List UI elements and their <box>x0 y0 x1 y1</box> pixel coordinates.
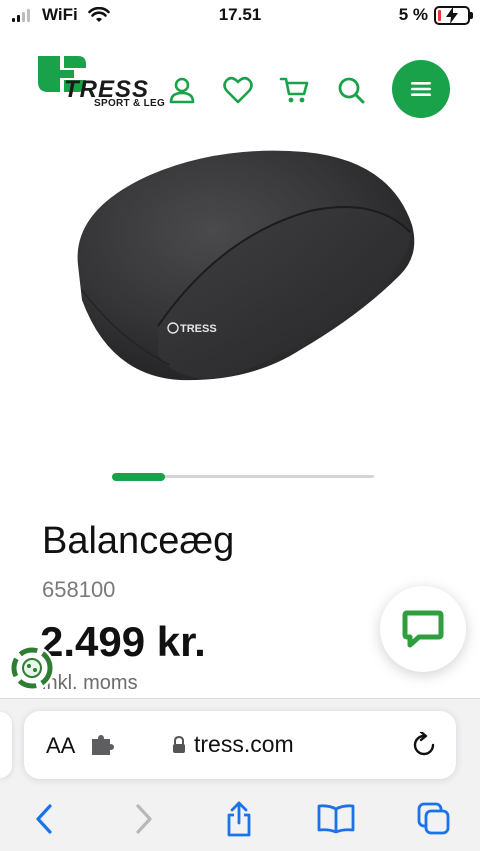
text-size-label: AA <box>46 733 76 758</box>
url-field[interactable]: tress.com <box>172 731 294 758</box>
url-text: tress.com <box>194 731 294 757</box>
previous-tab-edge[interactable] <box>0 712 12 778</box>
text-size-button[interactable]: AA <box>46 733 75 759</box>
reload-icon[interactable] <box>412 730 436 763</box>
lock-icon <box>173 735 185 753</box>
battery-icon <box>434 6 473 25</box>
bookmarks-icon[interactable] <box>316 799 356 839</box>
share-icon[interactable] <box>219 799 259 839</box>
status-bar: WiFi 17.51 5 % <box>0 0 480 32</box>
product-vat-note: inkl. moms <box>42 672 138 694</box>
battery-percentage: 5 % <box>398 5 428 24</box>
menu-button[interactable] <box>392 60 450 118</box>
product-image[interactable]: TRESS <box>60 140 430 400</box>
logo-tagline: SPORT & LEG <box>94 98 166 109</box>
carousel-scroll-thumb[interactable] <box>112 473 165 481</box>
chat-bubble-icon <box>402 610 444 648</box>
svg-text:TRESS: TRESS <box>180 323 217 335</box>
product-title: Balanceæg <box>42 520 235 562</box>
product-price: 2.499 kr. <box>40 618 206 665</box>
search-icon[interactable] <box>335 74 367 106</box>
site-header: TRESS SPORT & LEG <box>0 52 480 122</box>
menu-icon <box>411 82 431 96</box>
back-icon[interactable] <box>24 799 64 839</box>
product-sku: 658100 <box>42 577 116 602</box>
recycle-badge-icon <box>11 647 53 689</box>
address-bar[interactable]: AA tress.com <box>24 711 456 779</box>
recycle-badge-button[interactable] <box>9 645 55 691</box>
tabs-icon[interactable] <box>414 799 454 839</box>
forward-icon[interactable] <box>124 799 164 839</box>
chat-button[interactable] <box>380 586 466 672</box>
browser-toolbar <box>0 795 480 843</box>
extension-icon[interactable] <box>90 735 114 760</box>
charging-bolt-icon <box>446 7 458 24</box>
tress-logo[interactable]: TRESS SPORT & LEG <box>34 54 174 114</box>
user-icon[interactable] <box>166 74 198 106</box>
heart-icon[interactable] <box>222 74 254 106</box>
cart-icon[interactable] <box>278 74 310 106</box>
